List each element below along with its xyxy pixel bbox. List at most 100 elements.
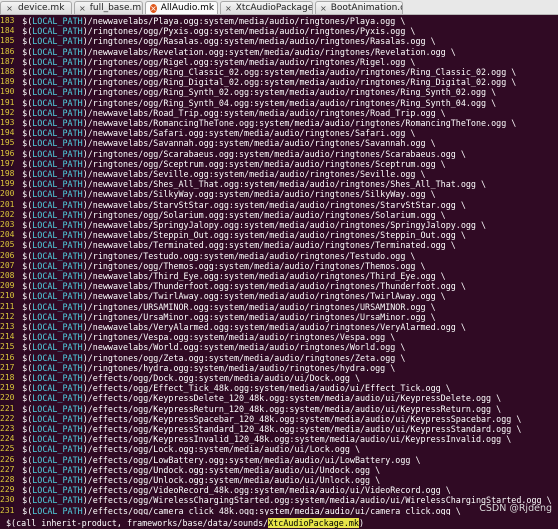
tab-xtcaudiopackage-mk[interactable]: ×XtcAudioPackage.mk <box>220 1 313 14</box>
variable-token: LOCAL_PATH <box>32 352 83 363</box>
code-text: $(LOCAL_PATH)/effects/ogg/Lock.ogg:syste… <box>2 444 361 455</box>
variable-token: LOCAL_PATH <box>32 46 83 57</box>
code-text: $(LOCAL_PATH)/ringtones/ogg/Sceptrum.ogg… <box>2 158 446 169</box>
variable-token: LOCAL_PATH <box>32 250 83 261</box>
variable-token: LOCAL_PATH <box>32 342 83 353</box>
variable-token: LOCAL_PATH <box>32 301 83 312</box>
code-text: $(LOCAL_PATH)/effects/ogg/Effect_Tick_48… <box>2 383 451 394</box>
code-text: $(LOCAL_PATH)/newwavelabs/Seville.ogg:sy… <box>2 169 426 179</box>
code-line: 187 $(LOCAL_PATH)/ringtones/ogg/Rigel.og… <box>0 57 558 67</box>
code-text: $(LOCAL_PATH)/ringtones/Testudo.ogg:syst… <box>2 250 416 261</box>
code-line: 229 $(LOCAL_PATH)/effects/ogg/VideoRecor… <box>0 485 558 495</box>
code-line: 208 $(LOCAL_PATH)/newwavelabs/Third_Eye.… <box>0 271 558 281</box>
code-text: $(LOCAL_PATH)/newwavelabs/Revelation.ogg… <box>2 46 456 57</box>
code-text: $(LOCAL_PATH)/ringtones/ogg/Rasalas.ogg:… <box>2 36 436 47</box>
variable-token: LOCAL_PATH <box>32 373 83 383</box>
code-line: 218 $(LOCAL_PATH)/effects/ogg/Dock.ogg:s… <box>0 373 558 383</box>
code-text: $(LOCAL_PATH)/ringtones/ogg/Ring_Synth_0… <box>2 87 497 98</box>
code-text: $(LOCAL_PATH)/newwavelabs/Third_Eye.ogg:… <box>2 271 446 281</box>
variable-token: LOCAL_PATH <box>32 413 83 424</box>
code-line: 206 $(LOCAL_PATH)/ringtones/Testudo.ogg:… <box>0 251 558 261</box>
code-line: 230 $(LOCAL_PATH)/effects/ogg/WirelessCh… <box>0 495 558 505</box>
code-text: $(LOCAL_PATH)/newwavelabs/Thunderfoot.og… <box>2 281 466 292</box>
close-icon[interactable]: × <box>225 4 232 13</box>
code-line: 226 $(LOCAL_PATH)/effects/ogg/LowBattery… <box>0 455 558 465</box>
close-icon[interactable]: × <box>320 4 327 13</box>
variable-token: LOCAL_PATH <box>32 16 83 26</box>
watermark: CSDN @Rjdeng <box>479 503 552 514</box>
code-text: $(LOCAL_PATH)/ringtones/ogg/Ring_Classic… <box>2 67 517 77</box>
code-text: $(LOCAL_PATH)/ringtones/hydra.ogg:system… <box>2 362 396 373</box>
code-text: $(LOCAL_PATH)/newwavelabs/VeryAlarmed.og… <box>2 322 466 332</box>
tab-bootanimation-cpp[interactable]: ×BootAnimation.cpp <box>315 1 403 14</box>
code-editor[interactable]: 183 $(LOCAL_PATH)/newwavelabs/Playa.ogg:… <box>0 15 558 515</box>
close-icon[interactable]: × <box>150 3 157 13</box>
variable-token: LOCAL_PATH <box>32 271 83 281</box>
variable-token: LOCAL_PATH <box>32 393 83 404</box>
code-text: $(LOCAL_PATH)/effects/ogg/KeypressDelete… <box>2 393 502 404</box>
code-line: 207 $(LOCAL_PATH)/ringtones/ogg/Themos.o… <box>0 261 558 271</box>
close-icon[interactable]: × <box>5 4 14 13</box>
variable-token: LOCAL_PATH <box>32 403 83 414</box>
code-text: $(LOCAL_PATH)/newwavelabs/SpringyJalopy.… <box>2 220 487 230</box>
code-line: 183 $(LOCAL_PATH)/newwavelabs/Playa.ogg:… <box>0 16 558 26</box>
variable-token: LOCAL_PATH <box>32 322 83 332</box>
code-line: 215 $(LOCAL_PATH)/newwavelabs/World.ogg:… <box>0 342 558 352</box>
tab-label: device.mk <box>18 3 65 13</box>
variable-token: LOCAL_PATH <box>32 230 83 241</box>
tab-bar: × device.mk × full_base.mk × AllAudio.mk × XtcA… <box>0 0 558 15</box>
variable-token: LOCAL_PATH <box>32 107 83 118</box>
code-text: $(LOCAL_PATH)/effects/ogg/WirelessChargi… <box>2 495 552 506</box>
variable-token: LOCAL_PATH <box>32 169 83 179</box>
close-icon[interactable]: × <box>79 4 86 13</box>
variable-token: LOCAL_PATH <box>32 362 83 373</box>
code-text: $(LOCAL_PATH)/ringtones/URSAMINOR.ogg:sy… <box>2 301 436 312</box>
code-line: 185 $(LOCAL_PATH)/ringtones/ogg/Rasalas.… <box>0 36 558 46</box>
code-line: 199 $(LOCAL_PATH)/newwavelabs/Shes_All_T… <box>0 179 558 189</box>
search-highlight: XtcAudioPackage.mk <box>268 518 359 528</box>
variable-token: LOCAL_PATH <box>32 260 83 271</box>
code-text: $(LOCAL_PATH)/effects/ogg/camera_click_4… <box>2 505 461 515</box>
variable-token: LOCAL_PATH <box>32 209 83 220</box>
code-line: 201 $(LOCAL_PATH)/newwavelabs/StarvStSta… <box>0 200 558 210</box>
variable-token: LOCAL_PATH <box>32 505 83 515</box>
variable-token: LOCAL_PATH <box>32 240 83 251</box>
variable-token: LOCAL_PATH <box>32 87 83 98</box>
variable-token: LOCAL_PATH <box>32 495 83 506</box>
code-text: $(LOCAL_PATH)/newwavelabs/RomancingTheTo… <box>2 118 517 128</box>
variable-token: LOCAL_PATH <box>32 26 83 37</box>
code-text: $(LOCAL_PATH)/effects/ogg/Unlock.ogg:sys… <box>2 475 381 485</box>
code-text: $(LOCAL_PATH)/effects/ogg/Dock.ogg:syste… <box>2 373 361 383</box>
last-code-line: $(call inherit-product, frameworks/base/… <box>0 517 558 529</box>
code-line: 221 $(LOCAL_PATH)/effects/ogg/KeypressRe… <box>0 404 558 414</box>
code-line: 211 $(LOCAL_PATH)/ringtones/URSAMINOR.og… <box>0 302 558 312</box>
tab-allaudio-mk[interactable]: × AllAudio.mk <box>145 1 218 14</box>
variable-token: LOCAL_PATH <box>32 281 83 292</box>
variable-token: LOCAL_PATH <box>32 424 83 434</box>
tab-device-mk[interactable]: × device.mk <box>0 1 72 14</box>
code-line: 210 $(LOCAL_PATH)/newwavelabs/TwirlAway.… <box>0 291 558 301</box>
variable-token: LOCAL_PATH <box>32 464 83 475</box>
code-line: 212 $(LOCAL_PATH)/ringtones/UrsaMinor.og… <box>0 312 558 322</box>
code-line: 220 $(LOCAL_PATH)/effects/ogg/KeypressDe… <box>0 393 558 403</box>
code-line: 196 $(LOCAL_PATH)/ringtones/ogg/Scarabae… <box>0 149 558 159</box>
code-line: 200 $(LOCAL_PATH)/newwavelabs/SilkyWay.o… <box>0 189 558 199</box>
variable-token: LOCAL_PATH <box>32 158 83 169</box>
variable-token: LOCAL_PATH <box>32 311 83 322</box>
code-text: $(LOCAL_PATH)/ringtones/ogg/Pyxis.ogg:sy… <box>2 26 416 37</box>
variable-token: LOCAL_PATH <box>32 148 83 159</box>
code-text: $(LOCAL_PATH)/ringtones/ogg/Ring_Synth_0… <box>2 97 497 108</box>
code-line: 223 $(LOCAL_PATH)/effects/ogg/KeypressSt… <box>0 424 558 434</box>
variable-token: LOCAL_PATH <box>32 199 83 210</box>
variable-token: LOCAL_PATH <box>32 383 83 394</box>
code-text: $(LOCAL_PATH)/newwavelabs/StarvStStar.og… <box>2 199 466 210</box>
variable-token: LOCAL_PATH <box>32 189 83 200</box>
code-text: $(LOCAL_PATH)/effects/ogg/LowBattery.ogg… <box>2 454 421 465</box>
code-text: $(LOCAL_PATH)/newwavelabs/Terminated.ogg… <box>2 240 456 251</box>
code-text: $(LOCAL_PATH)/ringtones/ogg/Rigel.ogg:sy… <box>2 56 416 67</box>
tab-label: AllAudio.mk <box>160 3 215 13</box>
code-line: 202 $(LOCAL_PATH)/ringtones/ogg/Solarium… <box>0 210 558 220</box>
code-line: 189 $(LOCAL_PATH)/ringtones/ogg/Ring_Dig… <box>0 77 558 87</box>
code-line: 225 $(LOCAL_PATH)/effects/ogg/Lock.ogg:s… <box>0 444 558 454</box>
tab-full-base-mk[interactable]: × full_base.mk <box>74 1 143 14</box>
